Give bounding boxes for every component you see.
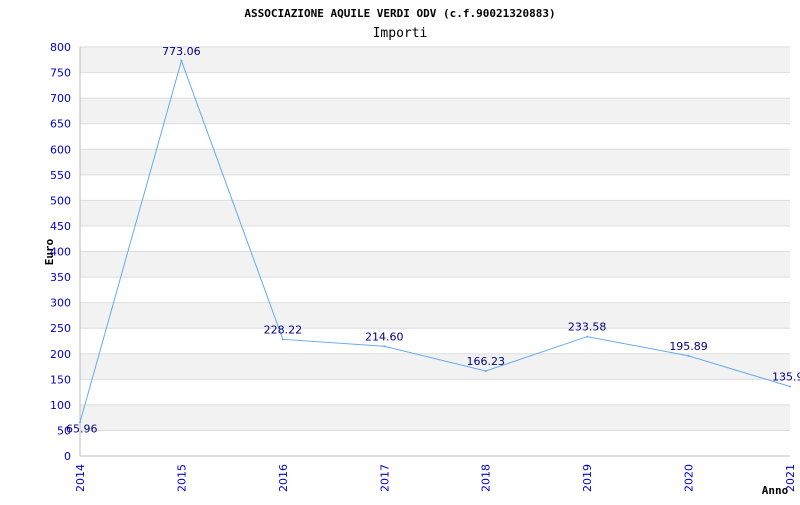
y-tick-label: 100 [50,399,71,412]
data-point [281,338,284,341]
y-tick-label: 0 [64,450,71,463]
y-tick-label: 250 [50,322,71,335]
x-tick-label: 2015 [175,464,188,492]
y-tick-label: 650 [50,118,71,131]
chart-title: ASSOCIAZIONE AQUILE VERDI ODV (c.f.90021… [244,7,555,20]
x-tick-label: 2016 [277,464,290,492]
y-tick-label: 600 [50,143,71,156]
chart-subtitle: Importi [373,26,428,41]
grid-band [80,200,790,226]
y-tick-label: 700 [50,92,71,105]
data-label: 195.89 [669,340,708,353]
y-axis-label: Euro [43,238,56,265]
grid-band [80,149,790,175]
data-point [789,385,791,388]
data-point [586,335,589,338]
x-axis-ticks: 2014 2015 2016 2017 2018 2019 2020 2021 [74,464,797,492]
data-point [687,354,690,357]
data-point [180,59,183,62]
y-tick-label: 500 [50,194,71,207]
data-point [383,345,386,348]
data-label: 166.23 [466,355,505,368]
y-tick-label: 800 [50,41,71,54]
grid-bands [80,47,790,431]
grid-band [80,404,790,431]
data-label: 135.97 [772,370,800,383]
grid-band [80,98,790,124]
grid-band [80,251,790,278]
y-tick-label: 150 [50,373,71,386]
data-label: 773.06 [162,45,201,58]
x-tick-label: 2019 [581,464,594,492]
y-tick-label: 200 [50,348,71,361]
data-point [484,370,487,373]
y-tick-label: 350 [50,271,71,284]
y-tick-label: 300 [50,297,71,310]
x-tick-label: 2017 [378,464,391,492]
grid-band [80,353,790,380]
x-tick-label: 2014 [74,464,87,492]
data-label: 228.22 [264,323,303,336]
y-tick-label: 450 [50,220,71,233]
data-label: 65.96 [66,422,98,435]
y-tick-label: 550 [50,169,71,182]
grid-band [80,302,790,329]
data-label: 214.60 [365,330,404,343]
chart: 0 50 100 150 200 250 300 350 400 450 500 550 600 650 7… [0,0,800,500]
y-tick-label: 750 [50,67,71,80]
line-chart-svg: 0501001502002503003504004505005506006507… [43,7,800,497]
x-tick-label: 2018 [480,464,493,492]
x-tick-label: 2020 [683,464,696,492]
data-label: 233.58 [568,321,607,334]
x-axis-label: Anno [762,484,789,497]
